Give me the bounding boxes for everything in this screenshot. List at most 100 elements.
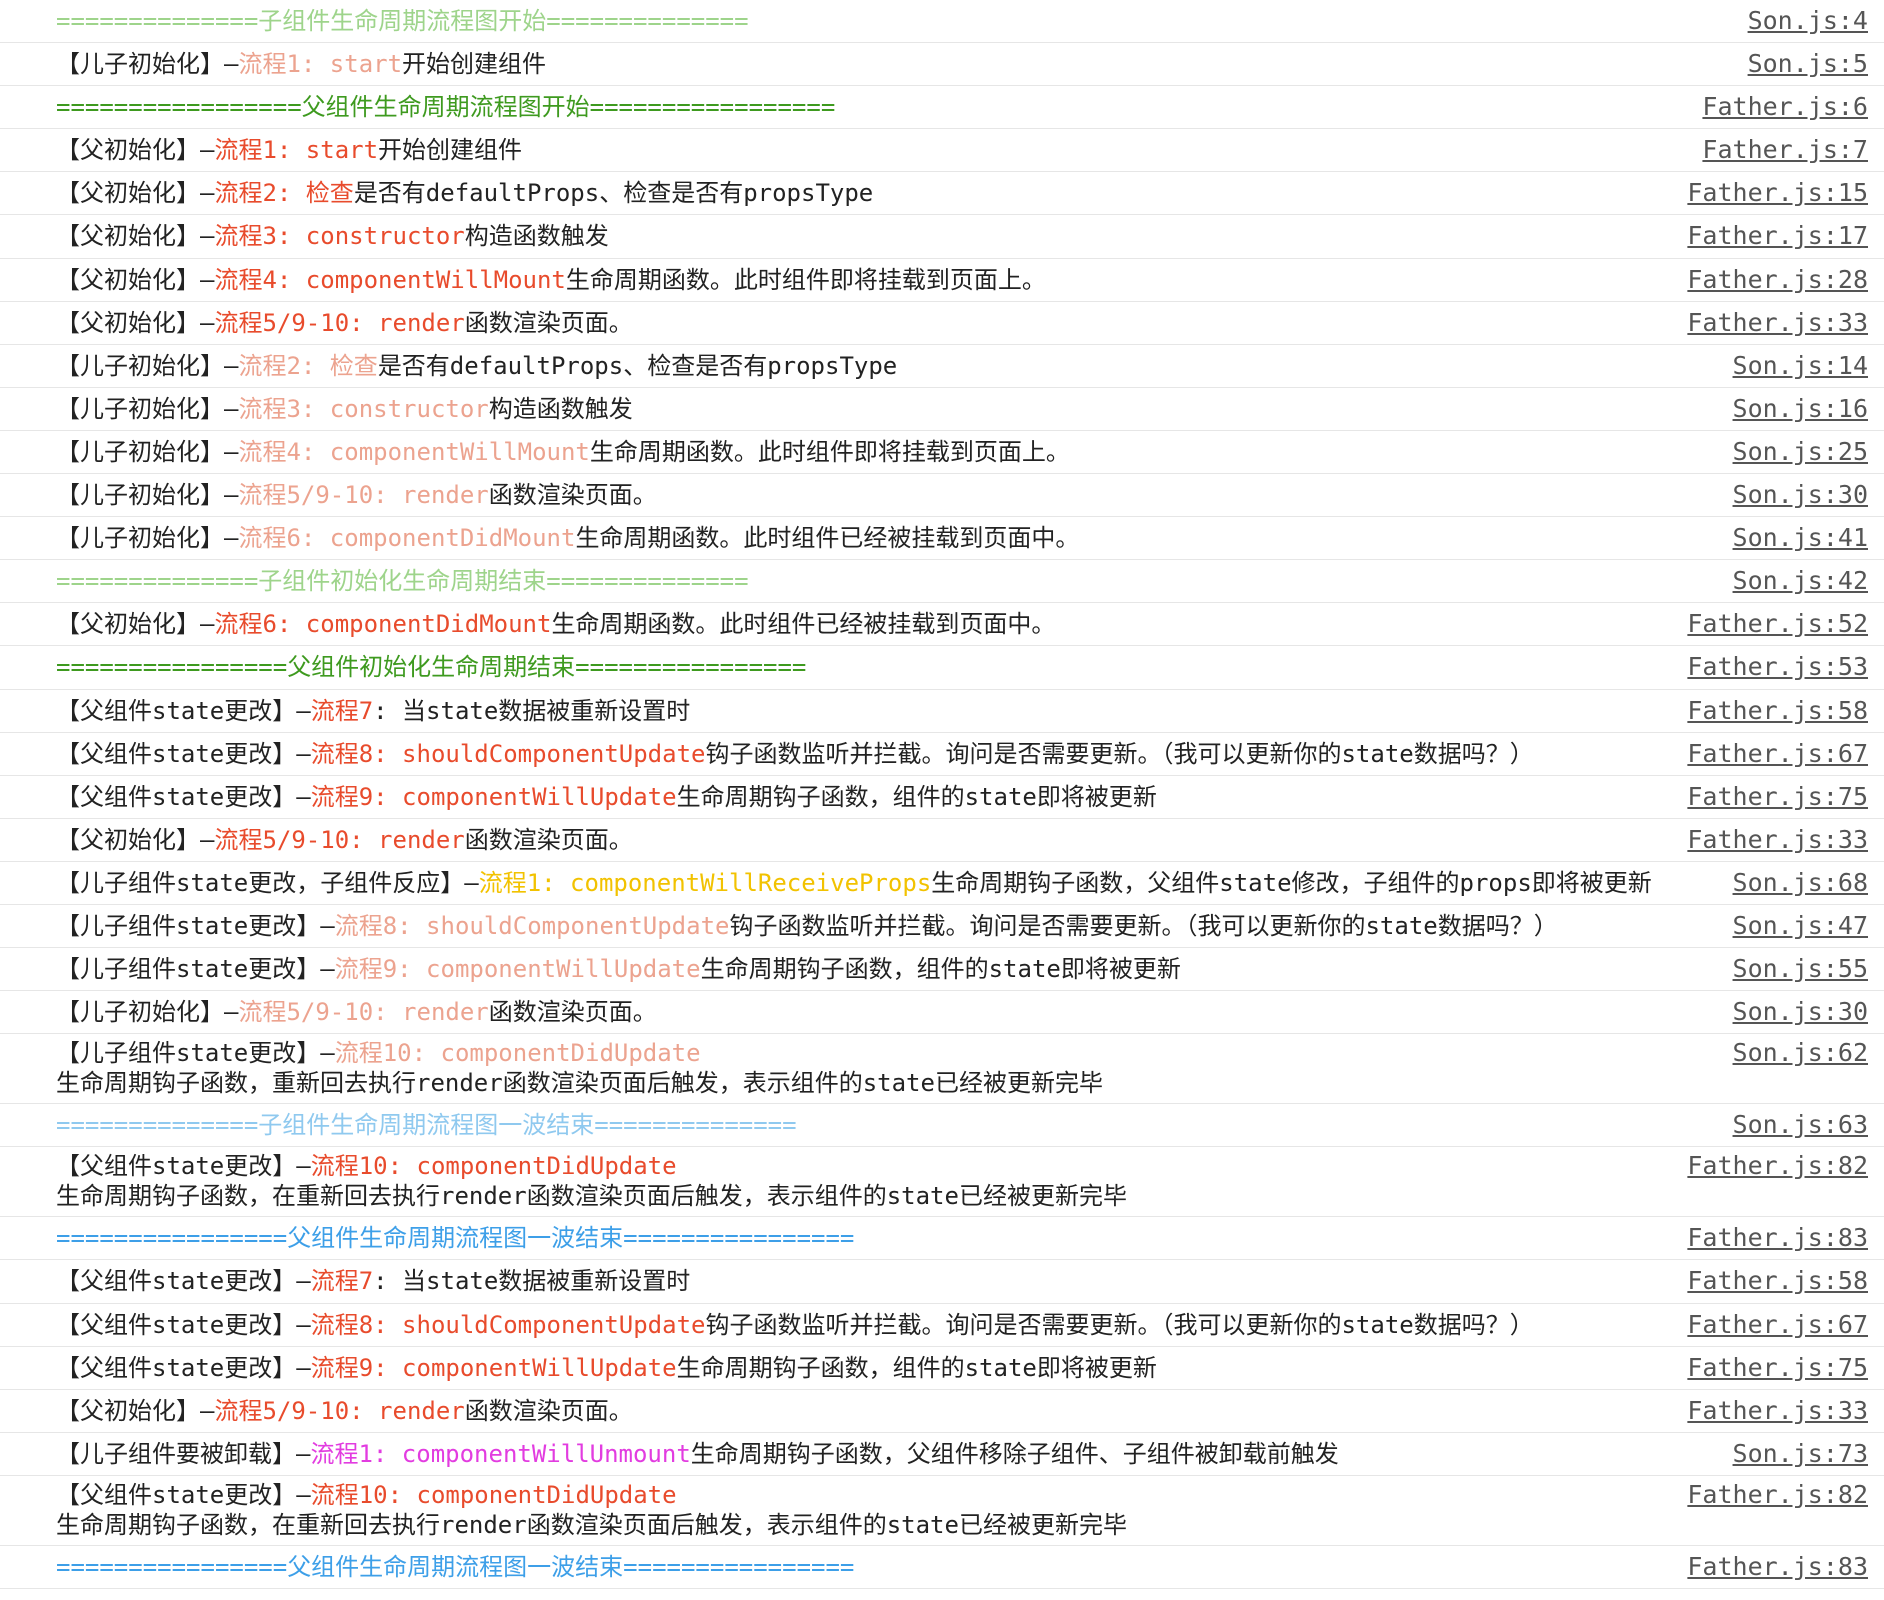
log-message: 【父初始化】—流程6: componentDidMount生命周期函数。此时组件… [56,603,1484,639]
log-prefix: 【父组件state更改】— [56,782,311,811]
console-separator-row: ================父组件初始化生命周期结束============… [0,646,1884,690]
source-link[interactable]: Father.js:75 [1687,1353,1868,1383]
source-link[interactable]: Father.js:33 [1687,825,1868,855]
log-message: 【儿子组件state更改】—流程8: shouldComponentUpdate… [56,905,1558,941]
log-description: 是否有defaultProps、检查是否有propsType [377,351,898,380]
source-link[interactable]: Father.js:33 [1687,308,1868,338]
log-step: 流程7 [310,696,374,725]
separator-text: ================父组件生命周期流程图一波结束==========… [56,1552,855,1581]
console-separator-row: =================父组件生命周期流程图开始===========… [0,86,1884,130]
log-message: 【父初始化】—流程5/9-10: render函数渲染页面。 [56,819,1484,855]
source-link[interactable]: Son.js:68 [1733,868,1868,898]
log-message: 【父初始化】—流程2: 检查是否有defaultProps、检查是否有props… [56,172,1484,208]
console-log-row: 【儿子初始化】—流程2: 检查是否有defaultProps、检查是否有prop… [0,345,1884,388]
log-description: 开始创建组件 [402,50,547,79]
source-link[interactable]: Father.js:15 [1687,178,1868,208]
console-separator-row: ================父组件生命周期流程图一波结束==========… [0,1546,1884,1589]
log-prefix: 【儿子初始化】— [56,524,239,553]
log-prefix: 【儿子组件state更改，子组件反应】— [56,868,479,897]
log-description: 生命周期钩子函数，组件的state即将被更新 [700,955,1181,984]
log-prefix: 【父组件state更改】— [56,1353,311,1382]
source-link[interactable]: Father.js:6 [1702,92,1868,122]
console-log-row: 【父组件state更改】—流程10: componentDidUpdate 生命周… [0,1476,1884,1546]
log-message: 【父组件state更改】—流程10: componentDidUpdate 生命周… [56,1147,1484,1211]
log-message: 【父组件state更改】—流程7: 当state数据被重新设置时 [56,1260,1484,1296]
source-link[interactable]: Son.js:14 [1733,351,1868,381]
log-step: 流程6: componentDidMount [238,524,576,553]
log-message: 【父组件state更改】—流程8: shouldComponentUpdate钩… [56,733,1534,769]
log-prefix: 【父组件state更改】— [56,1310,311,1339]
log-prefix: 【父组件state更改】— [56,1152,311,1181]
source-link[interactable]: Son.js:5 [1748,49,1868,79]
log-description: 函数渲染页面。 [488,998,657,1027]
source-link[interactable]: Father.js:33 [1687,1396,1868,1426]
log-description: 生命周期函数。此时组件已经被挂载到页面中。 [575,524,1080,553]
source-link[interactable]: Son.js:30 [1733,997,1868,1027]
log-message: 【父初始化】—流程4: componentWillMount生命周期函数。此时组… [56,259,1484,295]
source-link[interactable]: Father.js:75 [1687,782,1868,812]
source-link[interactable]: Father.js:67 [1687,1310,1868,1340]
source-link[interactable]: Son.js:63 [1733,1110,1868,1140]
console-log-row: 【儿子初始化】—流程4: componentWillMount生命周期函数。此时… [0,431,1884,475]
source-link[interactable]: Father.js:83 [1687,1552,1868,1582]
source-link[interactable]: Father.js:28 [1687,265,1868,295]
source-link[interactable]: Father.js:52 [1687,609,1868,639]
source-link[interactable]: Son.js:25 [1733,437,1868,467]
log-message: 【儿子组件state更改】—流程10: componentDidUpdate 生命… [56,1034,1484,1098]
console-log-row: 【父初始化】—流程5/9-10: render函数渲染页面。 Father.js:… [0,1390,1884,1433]
log-step: 流程9: componentWillUpdate [310,782,677,811]
console-log-row: 【父组件state更改】—流程8: shouldComponentUpdate钩… [0,1304,1884,1347]
source-link[interactable]: Son.js:30 [1733,480,1868,510]
log-description: 生命周期函数。此时组件已经被挂载到页面中。 [551,610,1056,639]
source-link[interactable]: Father.js:7 [1702,135,1868,165]
source-link[interactable]: Father.js:58 [1687,696,1868,726]
source-link[interactable]: Son.js:55 [1733,954,1868,984]
source-link[interactable]: Son.js:16 [1733,394,1868,424]
log-prefix: 【父组件state更改】— [56,1267,311,1296]
console-log-row: 【儿子组件要被卸载】—流程1: componentWillUnmount生命周期… [0,1433,1884,1476]
log-message: ==============子组件生命周期流程图一波结束============… [56,1104,1484,1140]
log-step: 流程3: constructor [238,394,489,423]
console-log-panel: ==============子组件生命周期流程图开始==============… [0,0,1884,1589]
source-link[interactable]: Father.js:67 [1687,739,1868,769]
source-link[interactable]: Son.js:73 [1733,1439,1868,1469]
source-link[interactable]: Father.js:53 [1687,652,1868,682]
console-log-row: 【父组件state更改】—流程9: componentWillUpdate生命周… [0,776,1884,819]
log-description: 函数渲染页面。 [464,825,633,854]
log-description: 是否有defaultProps、检查是否有propsType [353,179,874,208]
source-link[interactable]: Son.js:41 [1733,523,1868,553]
source-link[interactable]: Father.js:17 [1687,221,1868,251]
source-link[interactable]: Father.js:82 [1687,1151,1868,1181]
log-prefix: 【父初始化】— [56,222,215,251]
log-step: 流程8: shouldComponentUpdate [310,739,706,768]
source-link[interactable]: Father.js:82 [1687,1480,1868,1510]
source-link[interactable]: Father.js:58 [1687,1266,1868,1296]
log-description: 钩子函数监听并拦截。询问是否需要更新。（我可以更新你的state数据吗？） [705,1310,1534,1339]
log-step: 流程6: componentDidMount [214,610,552,639]
source-link[interactable]: Father.js:83 [1687,1223,1868,1253]
log-step: 流程1: start [238,50,403,79]
log-message: 【父初始化】—流程5/9-10: render函数渲染页面。 [56,302,1484,338]
log-prefix: 【父初始化】— [56,308,215,337]
source-link[interactable]: Son.js:4 [1748,6,1868,36]
log-message: 【父组件state更改】—流程7: 当state数据被重新设置时 [56,690,1484,726]
log-message: ==============子组件生命周期流程图开始============== [56,0,1484,36]
log-description: 钩子函数监听并拦截。询问是否需要更新。（我可以更新你的state数据吗？） [729,911,1558,940]
console-log-row: 【父初始化】—流程5/9-10: render函数渲染页面。 Father.js:… [0,819,1884,862]
log-message: ================父组件生命周期流程图一波结束==========… [56,1217,1484,1253]
log-prefix: 【父初始化】— [56,610,215,639]
log-message: 【儿子初始化】—流程5/9-10: render函数渲染页面。 [56,474,1484,510]
log-description: 开始创建组件 [378,136,523,165]
log-message: 【父初始化】—流程3: constructor构造函数触发 [56,215,1484,251]
console-log-row: 【儿子初始化】—流程1: start开始创建组件 Son.js:5 [0,43,1884,87]
separator-text: ================父组件初始化生命周期结束============… [56,653,807,682]
log-message: 【儿子初始化】—流程5/9-10: render函数渲染页面。 [56,991,1484,1027]
log-step: 流程2: 检查 [214,179,354,208]
source-link[interactable]: Son.js:62 [1733,1038,1868,1068]
log-message: 【父组件state更改】—流程10: componentDidUpdate 生命周… [56,1476,1484,1540]
log-step: 流程1: componentWillUnmount [310,1439,691,1468]
console-separator-row: ==============子组件生命周期流程图一波结束============… [0,1104,1884,1148]
source-link[interactable]: Son.js:42 [1733,566,1868,596]
source-link[interactable]: Son.js:47 [1733,911,1868,941]
log-description: 构造函数触发 [488,394,633,423]
